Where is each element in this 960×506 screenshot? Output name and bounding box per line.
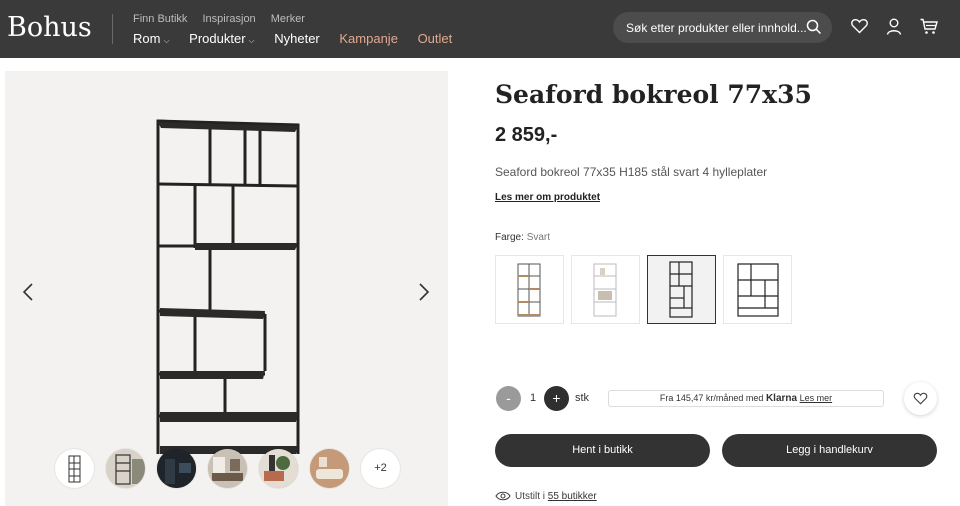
quantity-decrease-button[interactable]: - <box>496 386 521 411</box>
wishlist-button[interactable] <box>904 382 937 415</box>
thumbnail-living-room-image <box>208 449 247 488</box>
stock-text: Utstilt i <box>515 491 545 502</box>
read-more-link[interactable]: Les mer om produktet <box>495 192 600 203</box>
product-price: 2 859,- <box>495 124 558 146</box>
swatch-image <box>737 263 779 317</box>
main-nav: Rom ⌵ Produkter ⌵ Nyheter Kampanje Outlet <box>133 31 468 46</box>
eye-icon <box>495 492 511 501</box>
klarna-logo: Klarna <box>765 393 798 404</box>
swatch-image <box>593 263 617 317</box>
add-to-cart-button[interactable]: Legg i handlekurv <box>722 434 937 467</box>
search-input[interactable]: Søk etter produkter eller innhold... <box>626 21 807 35</box>
nav-item-rooms[interactable]: Rom ⌵ <box>133 31 170 46</box>
color-label-text: Farge: <box>495 232 524 243</box>
search-icon[interactable] <box>806 19 822 35</box>
thumbnail-2[interactable] <box>106 449 145 488</box>
thumbnail-3[interactable] <box>157 449 196 488</box>
swatch-image <box>517 263 541 317</box>
site-header: Bohus Finn Butikk Inspirasjon Merker Rom… <box>0 0 960 58</box>
quantity-value[interactable]: 1 <box>530 392 536 404</box>
more-images-button[interactable]: +2 <box>361 449 400 488</box>
thumbnail-room-image <box>106 449 145 488</box>
thumbnail-4[interactable] <box>208 449 247 488</box>
color-swatch-2[interactable] <box>571 255 640 324</box>
quantity-increase-button[interactable]: + <box>544 386 569 411</box>
color-label: Farge: Svart <box>495 232 550 243</box>
thumbnail-strip: +2 <box>5 449 448 489</box>
header-divider <box>112 14 113 44</box>
nav-item-products[interactable]: Produkter ⌵ <box>189 31 254 46</box>
thumbnail-6[interactable] <box>310 449 349 488</box>
color-swatch-3-selected[interactable] <box>647 255 716 324</box>
chevron-down-icon: ⌵ <box>248 36 255 45</box>
pick-up-in-store-button[interactable]: Hent i butikk <box>495 434 710 467</box>
product-title: Seaford bokreol 77x35 <box>495 80 812 109</box>
product-gallery: +2 <box>5 71 448 506</box>
top-links: Finn Butikk Inspirasjon Merker <box>133 13 317 25</box>
top-link-brands[interactable]: Merker <box>271 13 305 25</box>
thumbnail-1[interactable] <box>55 449 94 488</box>
thumbnail-5[interactable] <box>259 449 298 488</box>
nav-label: Rom <box>133 31 161 46</box>
klarna-financing-box: Fra 145,47 kr/måned med Klarna Les mer <box>608 390 884 407</box>
nav-item-news[interactable]: Nyheter <box>274 31 320 46</box>
bohus-logo[interactable]: Bohus <box>7 12 92 43</box>
cart-icon[interactable] <box>920 18 938 35</box>
user-icon[interactable] <box>886 18 902 35</box>
previous-image-arrow-icon[interactable] <box>22 283 34 301</box>
chevron-down-icon: ⌵ <box>163 36 170 45</box>
color-swatch-4[interactable] <box>723 255 792 324</box>
product-image-bookshelf <box>156 119 300 454</box>
store-availability: Utstilt i 55 butikker <box>495 491 597 502</box>
klarna-text: Fra 145,47 kr/måned med <box>659 393 764 403</box>
nav-item-campaign[interactable]: Kampanje <box>339 31 398 46</box>
nav-item-outlet[interactable]: Outlet <box>418 31 453 46</box>
thumbnail-plant-room-image <box>259 449 298 488</box>
heart-icon[interactable] <box>851 18 868 34</box>
stores-link[interactable]: 55 butikker <box>548 491 597 502</box>
thumbnail-dark-room-image <box>157 449 196 488</box>
color-swatch-1[interactable] <box>495 255 564 324</box>
klarna-read-more-link[interactable]: Les mer <box>800 393 833 403</box>
color-value: Svart <box>526 232 551 243</box>
nav-label: Produkter <box>189 31 246 46</box>
quantity-unit: stk <box>575 392 590 404</box>
top-link-find-store[interactable]: Finn Butikk <box>133 13 187 25</box>
thumbnail-bookshelf-image <box>68 455 81 483</box>
thumbnail-sofa-image <box>310 449 349 488</box>
product-description: Seaford bokreol 77x35 H185 stål svart 4 … <box>495 165 768 179</box>
swatch-image <box>669 261 693 318</box>
search-bar[interactable]: Søk etter produkter eller innhold... <box>613 12 832 43</box>
heart-icon <box>913 392 928 405</box>
top-link-inspiration[interactable]: Inspirasjon <box>202 13 255 25</box>
next-image-arrow-icon[interactable] <box>418 283 430 301</box>
